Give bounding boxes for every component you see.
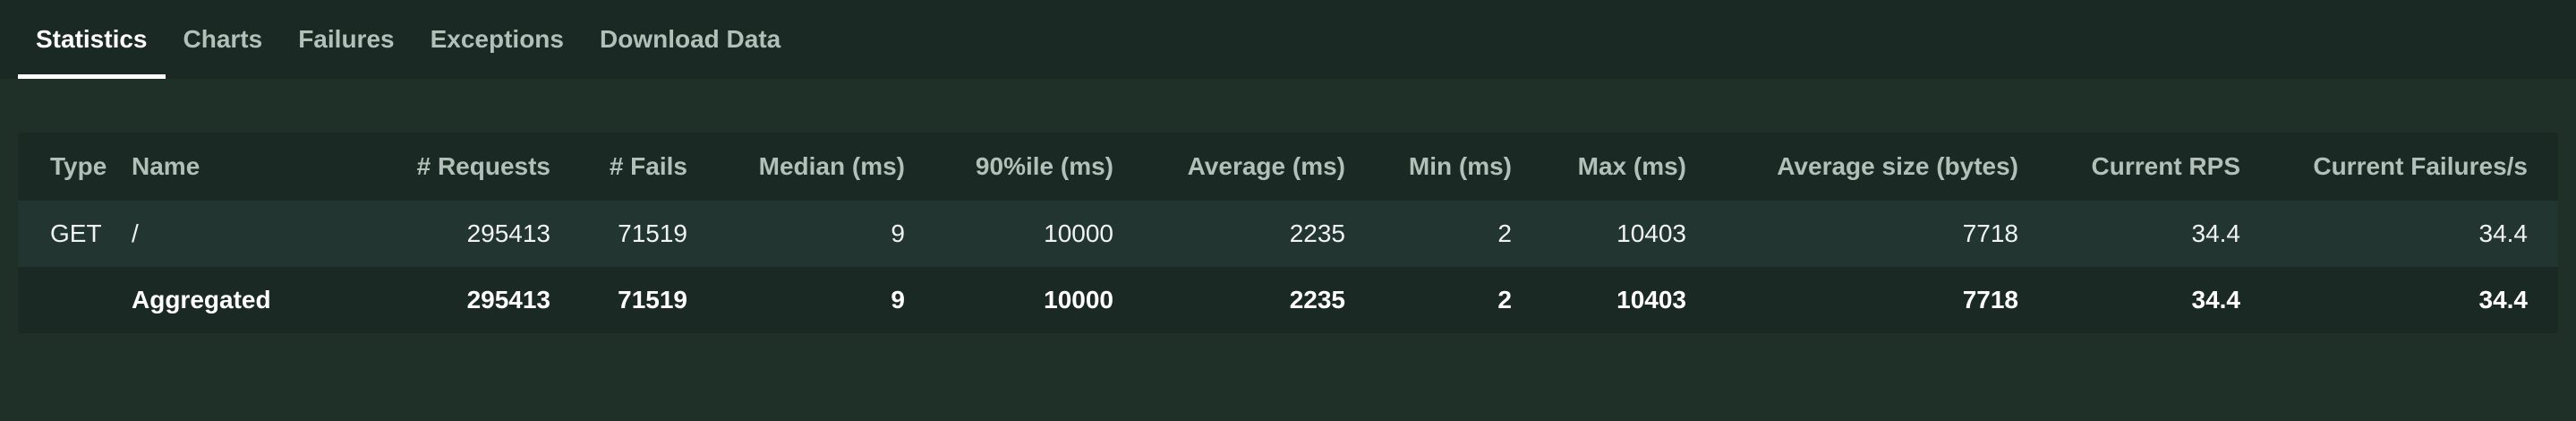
cell-min: 2	[1497, 219, 1512, 247]
column-header-max[interactable]: Max (ms)	[1512, 133, 1686, 201]
cell-average: 2235	[1289, 219, 1345, 247]
cell-requests: 295413	[466, 219, 550, 247]
cell-current-failures: 34.4	[2478, 219, 2529, 247]
cell-fails: 71519	[618, 286, 687, 314]
table-row-aggregated: Aggregated 295413 71519 9 10000 2235 2 1…	[18, 267, 2558, 333]
cell-average: 2235	[1289, 286, 1345, 314]
tab-bar: Statistics Charts Failures Exceptions Do…	[0, 0, 2576, 79]
cell-average-size: 7718	[1962, 286, 2018, 314]
cell-type	[18, 267, 132, 333]
table-header-row: Type Name # Requests # Fails Median (ms)…	[18, 133, 2558, 201]
cell-min: 2	[1497, 286, 1512, 314]
tab-list: Statistics Charts Failures Exceptions Do…	[0, 0, 2576, 79]
cell-name: /	[132, 219, 139, 247]
cell-median: 9	[891, 219, 905, 247]
cell-median: 9	[891, 286, 905, 314]
column-header-name[interactable]: Name	[132, 133, 293, 201]
cell-current-rps: 34.4	[2191, 219, 2241, 247]
statistics-table-container: Type Name # Requests # Fails Median (ms)…	[18, 133, 2558, 333]
cell-max: 10403	[1616, 286, 1686, 314]
cell-max: 10403	[1616, 219, 1686, 247]
column-header-median[interactable]: Median (ms)	[687, 133, 905, 201]
cell-90ile: 10000	[1044, 286, 1113, 314]
column-header-type[interactable]: Type	[18, 133, 132, 201]
cell-requests: 295413	[466, 286, 550, 314]
column-header-90ile[interactable]: 90%ile (ms)	[905, 133, 1113, 201]
cell-current-failures: 34.4	[2478, 286, 2529, 314]
tab-statistics[interactable]: Statistics	[18, 0, 166, 79]
table-row: GET / 295413 71519 9 10000 2235 2 10403 …	[18, 201, 2558, 267]
tab-failures[interactable]: Failures	[280, 0, 412, 79]
column-header-fails[interactable]: # Fails	[550, 133, 687, 201]
column-header-min[interactable]: Min (ms)	[1345, 133, 1512, 201]
statistics-table: Type Name # Requests # Fails Median (ms)…	[18, 133, 2558, 333]
cell-fails: 71519	[618, 219, 687, 247]
cell-average-size: 7718	[1962, 219, 2018, 247]
column-header-requests[interactable]: # Requests	[293, 133, 550, 201]
column-header-current-failures[interactable]: Current Failures/s	[2240, 133, 2558, 201]
tab-exceptions[interactable]: Exceptions	[413, 0, 582, 79]
cell-current-rps: 34.4	[2191, 286, 2241, 314]
cell-name: Aggregated	[132, 286, 271, 314]
column-header-average-size[interactable]: Average size (bytes)	[1686, 133, 2018, 201]
cell-90ile: 10000	[1044, 219, 1113, 247]
cell-type: GET	[50, 219, 102, 247]
column-header-average[interactable]: Average (ms)	[1113, 133, 1345, 201]
column-header-current-rps[interactable]: Current RPS	[2018, 133, 2240, 201]
tab-download-data[interactable]: Download Data	[582, 0, 798, 79]
tab-charts[interactable]: Charts	[166, 0, 281, 79]
